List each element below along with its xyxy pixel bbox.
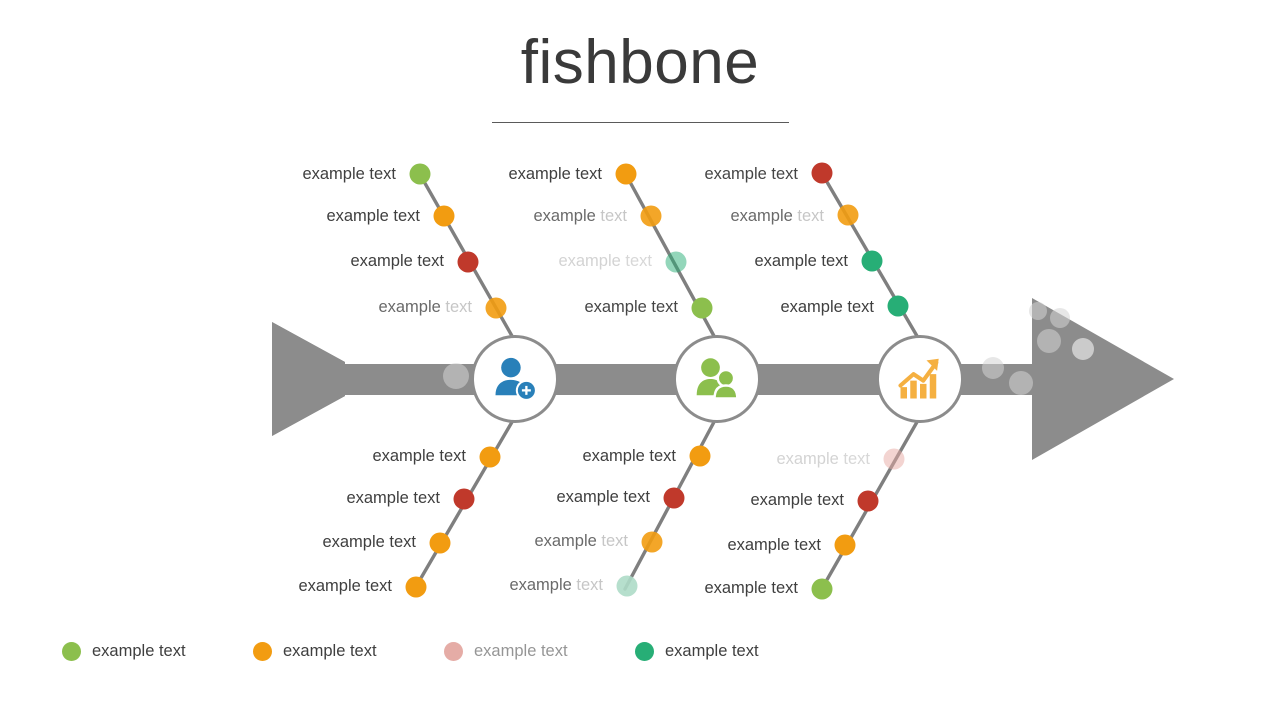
- fish-tail-notch: [272, 322, 345, 436]
- branch-label: example text: [533, 206, 627, 225]
- branch-label: example text: [556, 487, 650, 506]
- arrow-head-shape: [1032, 298, 1174, 460]
- branch-label: example text: [776, 449, 870, 468]
- branch-dot[interactable]: [663, 487, 685, 509]
- legend-label: example text: [283, 641, 377, 660]
- branch-dot[interactable]: [485, 297, 507, 319]
- node-circle-users-group[interactable]: [673, 335, 761, 423]
- node-circle-growth-chart[interactable]: [876, 335, 964, 423]
- branch-label: example text: [584, 297, 678, 316]
- branch-label: example text: [322, 532, 416, 551]
- branch-dot[interactable]: [834, 534, 856, 556]
- branch-label: example text: [534, 531, 628, 550]
- branch-label: example text: [704, 578, 798, 597]
- branch-dot[interactable]: [691, 297, 713, 319]
- branch-label: example text: [509, 575, 603, 594]
- branch-label: example text: [350, 251, 444, 270]
- legend-swatch: [444, 641, 463, 661]
- add-user-icon: [495, 357, 537, 401]
- branch-label: example text: [298, 576, 392, 595]
- legend-item[interactable]: example text: [635, 637, 759, 665]
- branch-dot[interactable]: [811, 578, 833, 600]
- branch-label: example text: [727, 535, 821, 554]
- branch-dot[interactable]: [433, 205, 455, 227]
- legend-label: example text: [665, 641, 759, 660]
- node-circle-add-user[interactable]: [471, 335, 559, 423]
- branch-label: example text: [780, 297, 874, 316]
- title-underline-rule: [492, 122, 789, 123]
- legend-item[interactable]: example text: [253, 637, 377, 665]
- branch-label: example text: [378, 297, 472, 316]
- branch-label: example text: [750, 490, 844, 509]
- legend-swatch: [62, 641, 81, 661]
- title-block: fishbone: [0, 28, 1280, 123]
- branch-dot[interactable]: [457, 251, 479, 273]
- branch-dot[interactable]: [409, 163, 431, 185]
- branch-dot[interactable]: [616, 575, 638, 597]
- legend-label: example text: [474, 641, 568, 660]
- page-title: fishbone: [520, 28, 760, 97]
- branch-dot[interactable]: [861, 250, 883, 272]
- slide-canvas: fishbone example text example text examp…: [0, 0, 1280, 720]
- legend-swatch: [635, 641, 654, 661]
- fishbone-diagram: [272, 162, 1174, 600]
- branch-dot[interactable]: [615, 163, 637, 185]
- legend-swatch: [253, 641, 272, 661]
- branch-dot[interactable]: [811, 162, 833, 184]
- branch-label: example text: [346, 488, 440, 507]
- branch-dot[interactable]: [640, 205, 662, 227]
- fish-tail-shape: [272, 322, 345, 436]
- legend-item[interactable]: example text: [62, 637, 186, 665]
- legend: example text example text example text exam…: [62, 637, 1222, 667]
- legend-label: example text: [92, 641, 186, 660]
- branch-label: example text: [372, 446, 466, 465]
- branch-dot[interactable]: [641, 531, 663, 553]
- branch-dot[interactable]: [887, 295, 909, 317]
- branch-dot[interactable]: [837, 204, 859, 226]
- branch-dot[interactable]: [883, 448, 905, 470]
- branch-label: example text: [704, 164, 798, 183]
- branch-dot[interactable]: [453, 488, 475, 510]
- branch-label: example text: [508, 164, 602, 183]
- branch-dot[interactable]: [405, 576, 427, 598]
- branch-label: example text: [730, 206, 824, 225]
- branch-label: example text: [754, 251, 848, 270]
- branch-label: example text: [302, 164, 396, 183]
- users-group-icon: [696, 358, 739, 400]
- branch-dot[interactable]: [857, 490, 879, 512]
- branch-dot[interactable]: [429, 532, 451, 554]
- branch-dot[interactable]: [479, 446, 501, 468]
- branch-label: example text: [558, 251, 652, 270]
- branch-dot[interactable]: [665, 251, 687, 273]
- growth-chart-icon: [898, 358, 939, 399]
- legend-item[interactable]: example text: [444, 637, 568, 665]
- branch-label: example text: [582, 446, 676, 465]
- branch-dot[interactable]: [689, 445, 711, 467]
- branch-label: example text: [326, 206, 420, 225]
